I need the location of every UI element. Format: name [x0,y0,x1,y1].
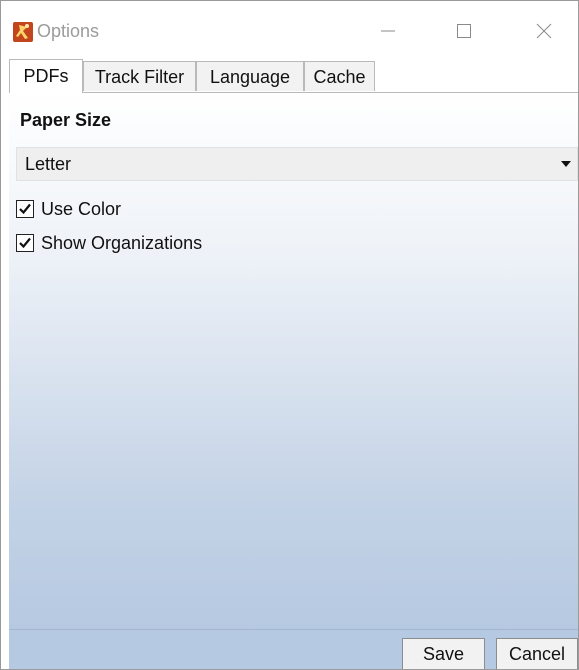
minimize-button[interactable] [365,13,411,49]
save-button[interactable]: Save [402,638,485,669]
window-title: Options [37,21,100,41]
show-organizations-checkbox[interactable] [16,234,34,252]
pdfs-tab-panel: Paper Size Letter Use Color Show Organiz… [9,92,578,630]
paper-size-heading: Paper Size [20,110,112,130]
app-logo-icon [13,22,33,42]
paper-size-dropdown[interactable]: Letter [16,147,578,181]
show-organizations-option[interactable]: Show Organizations [16,231,202,255]
close-button[interactable] [521,13,567,49]
paper-size-value: Letter [25,154,72,174]
cancel-button[interactable]: Cancel [496,638,578,669]
tab-cache[interactable]: Cache [304,61,375,91]
minimize-icon [381,30,395,32]
checkmark-icon [19,237,31,249]
options-window: Options PDFs Track Filter Language Cache… [0,0,579,670]
use-color-label: Use Color [41,198,122,219]
checkmark-icon [19,203,31,215]
dialog-footer: Save Cancel [9,629,578,669]
tab-language[interactable]: Language [196,61,304,91]
tab-track-filter[interactable]: Track Filter [83,61,196,91]
use-color-checkbox[interactable] [16,200,34,218]
use-color-option[interactable]: Use Color [16,197,121,221]
show-organizations-label: Show Organizations [41,232,203,253]
tab-bar: PDFs Track Filter Language Cache [1,59,578,93]
caret-down-icon [561,161,571,167]
maximize-icon [457,24,471,38]
tab-pdfs[interactable]: PDFs [9,59,83,93]
title-bar[interactable]: Options [1,1,578,59]
maximize-button[interactable] [441,13,487,49]
close-icon [536,23,552,39]
